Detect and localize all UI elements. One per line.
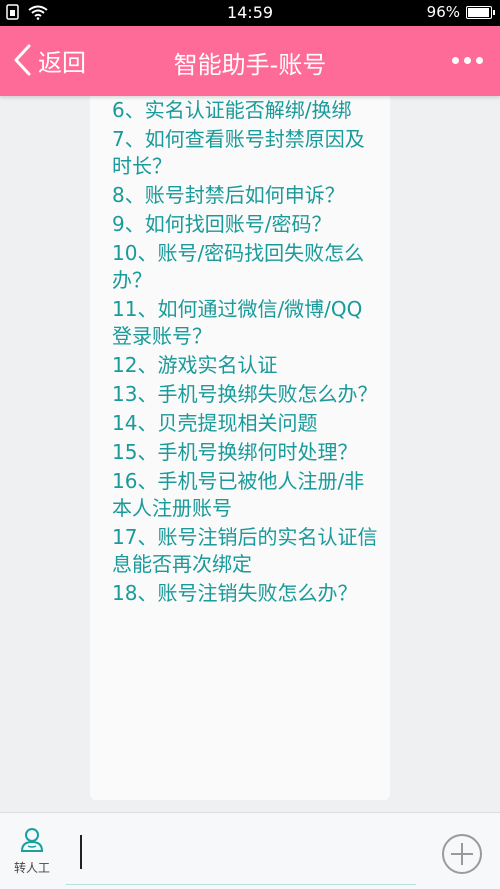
message-bubble: 号能否再注册？6、实名认证能否解绑/换绑7、如何查看账号封禁原因及时长？8、账号… [90,96,390,800]
faq-item[interactable]: 12、游戏实名认证 [112,352,378,379]
faq-item[interactable]: 6、实名认证能否解绑/换绑 [112,97,378,124]
faq-item[interactable]: 7、如何查看账号封禁原因及时长？ [112,126,378,180]
faq-item[interactable]: 16、手机号已被他人注册/非本人注册账号 [112,468,378,522]
faq-item[interactable]: 18、账号注销失败怎么办？ [112,580,378,607]
faq-item[interactable]: 9、如何找回账号/密码？ [112,211,378,238]
text-caret [80,835,82,869]
status-right: 96% [426,3,495,21]
back-label: 返回 [38,48,86,77]
status-bar: 14:59 96% [0,0,500,26]
battery-fill [468,7,490,17]
add-button[interactable] [441,833,483,875]
faq-item[interactable]: 13、手机号换绑失败怎么办？ [112,381,378,408]
dot-icon [452,56,459,64]
transfer-human-button[interactable]: 转人工 [8,827,56,879]
more-options-button[interactable] [452,48,486,72]
status-time: 14:59 [226,3,274,22]
battery-icon [466,5,495,19]
back-button[interactable]: 返回 [10,42,86,78]
input-bar: 转人工 [0,812,500,889]
dot-icon [464,56,471,64]
battery-percent: 96% [426,3,460,21]
faq-item[interactable]: 15、手机号换绑何时处理？ [112,439,378,466]
faq-item[interactable]: 14、贝壳提现相关问题 [112,410,378,437]
faq-item[interactable]: 8、账号封禁后如何申诉？ [112,182,378,209]
faq-item[interactable]: 10、账号/密码找回失败怎么办？ [112,240,378,294]
faq-list: 号能否再注册？6、实名认证能否解绑/换绑7、如何查看账号封禁原因及时长？8、账号… [112,96,378,607]
nav-bar: 返回 智能助手-账号 [0,26,500,96]
faq-item[interactable]: 11、如何通过微信/微博/QQ登录账号？ [112,296,378,350]
faq-item[interactable]: 17、账号注销后的实名认证信息能否再次绑定 [112,524,378,578]
chevron-left-icon [14,44,31,76]
dot-icon [476,56,483,64]
chat-area[interactable]: 号能否再注册？6、实名认证能否解绑/换绑7、如何查看账号封禁原因及时长？8、账号… [0,96,500,812]
message-input[interactable] [66,825,416,885]
transfer-human-label: 转人工 [13,861,50,875]
person-icon [20,828,44,852]
